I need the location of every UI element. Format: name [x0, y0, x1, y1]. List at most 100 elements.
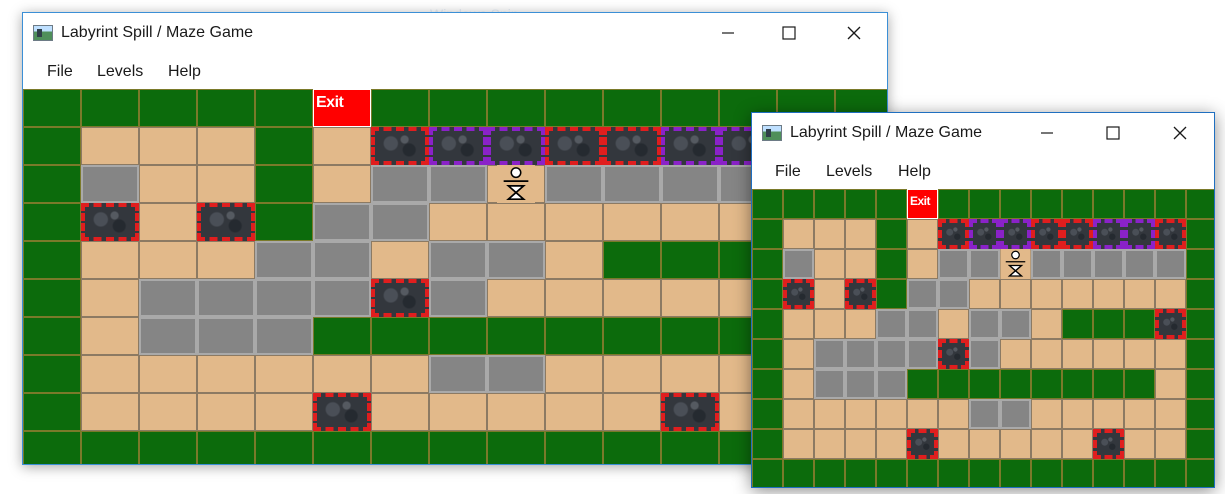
menu-levels[interactable]: Levels: [826, 163, 872, 181]
maze-cell-floor: [661, 279, 719, 317]
maze-cell-floor: [1155, 369, 1186, 399]
menu-bar: File Levels Help: [752, 155, 1214, 189]
maze-board[interactable]: Exit: [752, 189, 1214, 487]
maze-cell-floor: [487, 203, 545, 241]
maximize-icon: [1106, 126, 1120, 140]
maze-cell-trap-purple: [661, 127, 719, 165]
maze-cell-wall: [752, 399, 783, 429]
maze-cell-trap-red: [1155, 219, 1186, 249]
maze-cell-wall: [545, 317, 603, 355]
maze-cell-floor: [814, 279, 845, 309]
title-bar[interactable]: Labyrint Spill / Maze Game: [23, 13, 887, 55]
maze-cell-wall: [23, 89, 81, 127]
menu-levels[interactable]: Levels: [97, 63, 143, 81]
maze-cell-wall: [1031, 369, 1062, 399]
maze-cell-wall: [603, 317, 661, 355]
maze-cell-exit: Exit: [907, 189, 938, 219]
maze-cell-wall: [1000, 189, 1031, 219]
maze-cell-stone-block: [845, 369, 876, 399]
maze-cell-floor: [1000, 429, 1031, 459]
maze-cell-wall: [752, 369, 783, 399]
maze-cell-floor: [545, 241, 603, 279]
maze-cell-floor: [545, 279, 603, 317]
maximize-button[interactable]: [766, 13, 812, 53]
maze-cell-wall: [81, 89, 139, 127]
maze-cell-floor: [1155, 399, 1186, 429]
maze-cell-floor: [1031, 309, 1062, 339]
app-icon: [762, 125, 782, 141]
maze-cell-wall: [876, 459, 907, 487]
maze-window-small[interactable]: Labyrint Spill / Maze Game File Levels H…: [751, 112, 1215, 488]
maze-cell-trap-red: [1062, 219, 1093, 249]
maze-cell-wall: [1186, 309, 1214, 339]
maze-cell-trap-red: [845, 279, 876, 309]
maze-cell-floor: [603, 355, 661, 393]
maze-cell-floor: [81, 127, 139, 165]
maze-cell-floor: [371, 393, 429, 431]
maze-cell-stone-block: [1031, 249, 1062, 279]
maze-cell-stone-block: [1000, 399, 1031, 429]
maze-cell-wall: [876, 189, 907, 219]
maze-cell-stone-block: [313, 241, 371, 279]
maze-cell-trap-purple: [1093, 219, 1124, 249]
maze-cell-floor: [1000, 279, 1031, 309]
maze-cell-floor: [845, 219, 876, 249]
maze-cell-wall: [1124, 309, 1155, 339]
maze-cell-wall: [1186, 459, 1214, 487]
maze-cell-floor: [603, 393, 661, 431]
maze-cell-wall: [255, 431, 313, 464]
close-button[interactable]: [1157, 113, 1203, 153]
maze-cell-floor: [1062, 339, 1093, 369]
maze-cell-trap-red: [81, 203, 139, 241]
menu-help[interactable]: Help: [898, 163, 931, 181]
maze-cell-floor: [1124, 429, 1155, 459]
maze-cell-wall: [752, 249, 783, 279]
maze-cell-wall: [371, 317, 429, 355]
maximize-button[interactable]: [1090, 113, 1136, 153]
maze-cell-stone-block: [938, 249, 969, 279]
maze-cell-floor: [1093, 339, 1124, 369]
maze-cell-wall: [487, 431, 545, 464]
maze-cell-wall: [23, 241, 81, 279]
maze-cell-floor: [1000, 339, 1031, 369]
maze-cell-wall: [969, 459, 1000, 487]
maze-cell-stone-block: [429, 165, 487, 203]
maze-cell-wall: [313, 431, 371, 464]
maze-cell-stone-block: [969, 249, 1000, 279]
maze-cell-stone-block: [876, 309, 907, 339]
maze-cell-wall: [545, 89, 603, 127]
maze-cell-wall: [1062, 369, 1093, 399]
maze-cell-stone-block: [429, 355, 487, 393]
minimize-button[interactable]: [705, 13, 751, 53]
close-button[interactable]: [831, 13, 877, 53]
maze-cell-stone-block: [1000, 309, 1031, 339]
maze-cell-trap-red: [197, 203, 255, 241]
window-title: Labyrint Spill / Maze Game: [61, 24, 254, 41]
maze-cell-wall: [752, 459, 783, 487]
maze-cell-trap-purple: [1124, 219, 1155, 249]
menu-help[interactable]: Help: [168, 63, 201, 81]
maze-cell-floor: [1031, 279, 1062, 309]
maze-cell-wall: [876, 249, 907, 279]
maze-cell-wall: [487, 89, 545, 127]
menu-file[interactable]: File: [47, 63, 73, 81]
maze-cell-stone-block: [197, 317, 255, 355]
maze-cell-floor: [938, 429, 969, 459]
maze-cell-wall: [1093, 459, 1124, 487]
maze-cell-wall: [1062, 459, 1093, 487]
maze-cell-floor: [139, 355, 197, 393]
title-bar[interactable]: Labyrint Spill / Maze Game: [752, 113, 1214, 155]
maze-cell-floor: [197, 241, 255, 279]
maze-cell-floor: [139, 127, 197, 165]
maze-cell-stone-block: [1124, 249, 1155, 279]
menu-file[interactable]: File: [775, 163, 801, 181]
maze-cell-wall: [1186, 279, 1214, 309]
maze-cell-stone-block: [81, 165, 139, 203]
maze-cell-wall: [81, 431, 139, 464]
maze-cell-wall: [907, 459, 938, 487]
maze-cell-floor: [371, 241, 429, 279]
maze-cell-stone-block: [429, 241, 487, 279]
maze-cell-trap-red: [661, 393, 719, 431]
maze-cell-floor: [139, 241, 197, 279]
minimize-button[interactable]: [1024, 113, 1070, 153]
